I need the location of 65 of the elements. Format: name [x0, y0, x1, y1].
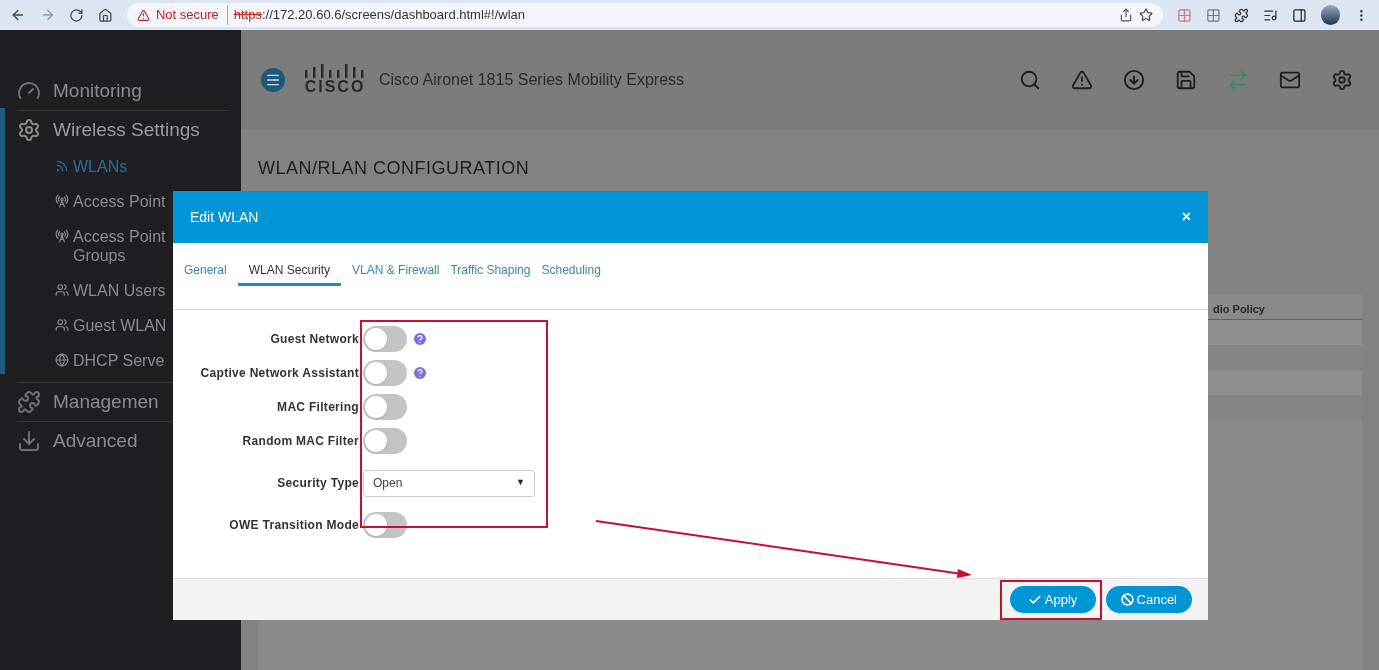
- app-title: Cisco Aironet 1815 Series Mobility Express: [379, 70, 685, 90]
- mail-icon[interactable]: [1279, 69, 1301, 91]
- select-value: Open: [373, 475, 403, 492]
- back-icon[interactable]: [10, 7, 26, 23]
- sidebar-item[interactable]: Wireless Settings: [17, 111, 229, 149]
- help-icon[interactable]: [412, 331, 428, 347]
- avatar-icon[interactable]: [1320, 5, 1341, 25]
- url-text: https://172.20.60.6/screens/dashboard.html#!/wlan: [233, 6, 525, 25]
- alert-icon[interactable]: [1071, 69, 1093, 91]
- security-type-select[interactable]: Open ▼: [363, 469, 535, 497]
- field-label: MAC Filtering: [276, 399, 359, 416]
- dropdown-arrow: ▼: [516, 476, 525, 490]
- side-panel-icon[interactable]: [1291, 7, 1307, 23]
- antenna-icon: [55, 194, 69, 208]
- users-icon: [55, 283, 69, 297]
- users-icon: [55, 318, 69, 332]
- download-icon[interactable]: [1123, 69, 1145, 91]
- warning-icon: [136, 8, 150, 22]
- sidebar-item[interactable]: Advanced: [17, 422, 229, 460]
- field-label: Random MAC Filter: [241, 433, 359, 450]
- sidebar-item[interactable]: Monitoring: [17, 72, 229, 110]
- logo: CISCO: [303, 64, 367, 96]
- toggle-switch[interactable]: [363, 360, 407, 386]
- field-label: Security Type: [276, 475, 359, 492]
- toggle-switch[interactable]: [363, 512, 407, 538]
- address-bar[interactable]: Not secure https://172.20.60.6/screens/dashboard.html#!/wlan: [126, 3, 1163, 27]
- field-label: OWE Transition Mode: [228, 517, 359, 534]
- dialog-tab[interactable]: VLAN & Firewall: [352, 261, 440, 286]
- field-label: Guest Network: [269, 331, 359, 348]
- home-icon[interactable]: [98, 7, 113, 23]
- ban-icon: [1120, 593, 1134, 606]
- toggle-switch[interactable]: [363, 326, 407, 352]
- sidebar-subitem[interactable]: Guest WLAN: [55, 308, 229, 343]
- gear-icon: [17, 118, 41, 142]
- page-title: WLAN/RLAN CONFIGURATION: [258, 157, 531, 180]
- sidebar-item[interactable]: Managemen: [17, 383, 229, 421]
- field-label: Captive Network Assistant: [199, 365, 359, 382]
- dialog-title: Edit WLAN: [190, 207, 259, 227]
- toggle-switch[interactable]: [363, 428, 407, 454]
- extensions-icon[interactable]: [1234, 7, 1250, 23]
- reload-icon[interactable]: [69, 7, 85, 23]
- apply-button[interactable]: Apply: [1009, 586, 1096, 613]
- download-icon: [17, 429, 41, 453]
- sidebar-subitem[interactable]: WLANs: [55, 149, 229, 184]
- star-icon[interactable]: [1139, 8, 1153, 22]
- menu-icon[interactable]: [261, 68, 285, 92]
- security-label: Not secure: [155, 5, 228, 25]
- globe-icon: [55, 353, 69, 367]
- close-button[interactable]: ×: [1181, 205, 1191, 229]
- grid-icon[interactable]: [1205, 7, 1221, 23]
- dialog-tab[interactable]: Scheduling: [541, 261, 601, 286]
- dialog-tab[interactable]: Traffic Shaping: [450, 261, 531, 286]
- extension-icon[interactable]: [1177, 7, 1192, 23]
- dialog-tab[interactable]: WLAN Security: [237, 261, 342, 286]
- wifi-icon: [55, 159, 69, 173]
- settings-icon[interactable]: [1331, 69, 1353, 91]
- toggle-switch[interactable]: [363, 394, 407, 420]
- search-icon[interactable]: [1019, 69, 1041, 91]
- share-icon[interactable]: [1119, 8, 1133, 22]
- help-icon[interactable]: [412, 365, 428, 381]
- puzzle-icon: [17, 390, 41, 414]
- save-icon[interactable]: [1175, 69, 1197, 91]
- cancel-button[interactable]: Cancel: [1105, 586, 1192, 613]
- antenna-icon: [55, 229, 69, 243]
- column-header: dio Policy: [1213, 302, 1266, 317]
